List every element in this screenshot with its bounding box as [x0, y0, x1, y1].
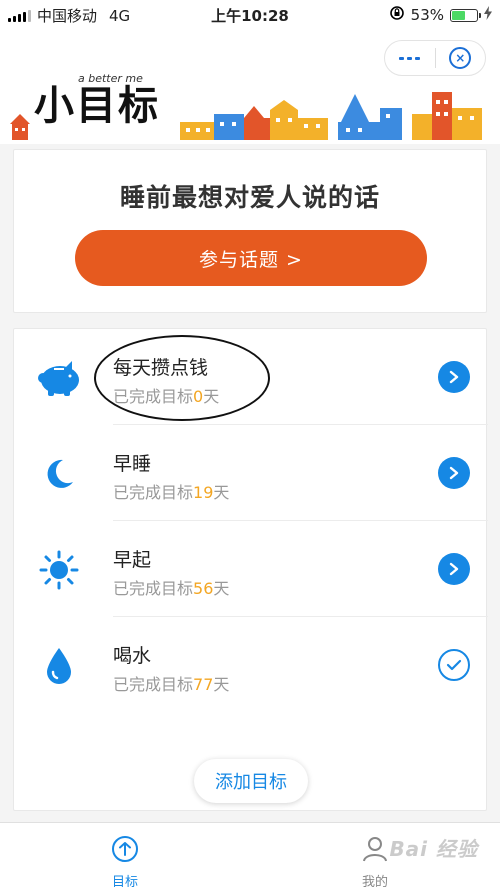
battery-percent: 53% — [410, 6, 444, 24]
goal-progress-text: 已完成目标56天 — [113, 579, 230, 598]
orientation-lock-icon — [389, 5, 405, 25]
tab-goals-label: 目标 — [111, 875, 138, 889]
goal-row-sleep-early[interactable]: 早睡 已完成目标19天 — [14, 425, 488, 521]
logo-tagline: a better me — [78, 72, 143, 85]
water-drop-icon — [36, 643, 82, 689]
sun-icon — [36, 547, 82, 593]
tab-goals[interactable]: 目标 — [85, 835, 165, 889]
status-right: 53% — [389, 5, 492, 25]
user-profile-icon — [361, 835, 389, 867]
add-goal-button[interactable]: 添加目标 — [194, 759, 308, 803]
piggy-bank-icon — [36, 355, 82, 401]
goal-detail-button[interactable] — [438, 553, 470, 585]
app-logo: a better me 小目标 — [34, 72, 160, 129]
tab-mine-label: 我的 — [361, 875, 388, 889]
topic-title: 睡前最想对爱人说的话 — [119, 183, 380, 212]
more-dots-icon[interactable] — [385, 41, 435, 75]
goal-row-save-money[interactable]: 每天攒点钱 已完成目标0天 — [14, 329, 488, 425]
goal-arrow-up-icon — [111, 835, 139, 867]
logo-text: 小目标 — [34, 83, 160, 129]
goal-progress-text: 已完成目标77天 — [113, 675, 230, 694]
topic-card: 睡前最想对爱人说的话 参与话题 > — [13, 149, 487, 313]
status-bar: 中国移动 4G 上午10:28 53% — [0, 0, 500, 28]
arrow-right-icon — [438, 457, 470, 489]
hand-drawn-circle-annotation — [94, 335, 270, 421]
goal-name: 早起 — [113, 549, 152, 571]
moon-icon — [36, 451, 82, 497]
arrow-right-icon — [438, 361, 470, 393]
goal-done-button[interactable] — [438, 649, 470, 681]
baidu-watermark: Bai 经验 — [389, 837, 478, 861]
join-topic-button[interactable]: 参与话题 > — [75, 230, 427, 286]
goal-detail-button[interactable] — [438, 361, 470, 393]
goal-name: 早睡 — [113, 453, 152, 475]
goal-name: 喝水 — [113, 645, 152, 667]
battery-icon — [450, 8, 481, 22]
goal-detail-button[interactable] — [438, 457, 470, 489]
app-header: × a better me 小目标 — [0, 28, 500, 144]
bottom-tab-bar: 目标 我的 Bai 经验 — [0, 822, 500, 889]
arrow-right-icon — [438, 553, 470, 585]
goal-progress-text: 已完成目标19天 — [113, 483, 230, 502]
goal-row-wake-early[interactable]: 早起 已完成目标56天 — [14, 521, 488, 617]
miniprogram-capsule: × — [384, 40, 486, 76]
close-target-icon[interactable]: × — [435, 41, 485, 75]
charging-icon — [484, 6, 492, 24]
check-icon — [438, 649, 470, 681]
goal-list-card: 每天攒点钱 已完成目标0天 早睡 已完成目标19天 早起 已完成目标56天 喝水… — [13, 328, 488, 811]
goal-row-drink-water[interactable]: 喝水 已完成目标77天 — [14, 617, 488, 713]
